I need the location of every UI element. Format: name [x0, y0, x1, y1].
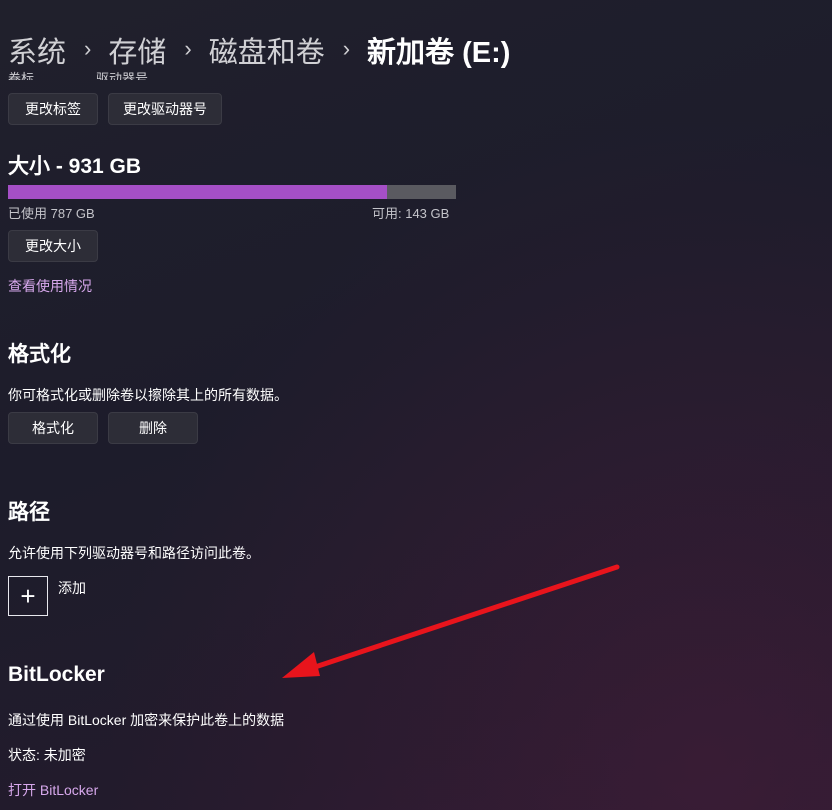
size-title: 大小 - 931 GB — [8, 155, 142, 178]
volume-label-caption: 卷标 — [8, 71, 35, 80]
change-label-button[interactable]: 更改标签 — [8, 93, 98, 125]
used-space: 已使用 787 GB — [8, 206, 95, 221]
chevron-right-icon: › — [342, 36, 351, 61]
breadcrumb-current-volume: 新加卷 (E:) — [367, 37, 511, 69]
chevron-right-icon: › — [84, 36, 92, 61]
open-bitlocker-link[interactable]: 打开 BitLocker — [8, 780, 98, 800]
chevron-right-icon: › — [184, 36, 192, 61]
bitlocker-status: 状态: 未加密 — [8, 747, 86, 763]
usage-bar — [8, 185, 456, 199]
add-path-label[interactable]: 添加 — [58, 578, 86, 598]
format-description: 你可格式化或删除卷以擦除其上的所有数据。 — [8, 387, 288, 403]
drive-letter-caption: 驱动器号 — [96, 71, 149, 80]
format-button[interactable]: 格式化 — [8, 412, 98, 444]
paths-description: 允许使用下列驱动器号和路径访问此卷。 — [8, 545, 260, 561]
clipped-field-labels: 卷标 驱动器号 — [8, 62, 268, 80]
annotation-arrow-shaft — [297, 564, 620, 675]
paths-title: 路径 — [8, 501, 50, 524]
delete-button[interactable]: 删除 — [108, 412, 198, 444]
view-usage-link[interactable]: 查看使用情况 — [8, 276, 92, 296]
free-space: 可用: 143 GB — [372, 206, 450, 221]
resize-button[interactable]: 更改大小 — [8, 230, 98, 262]
bitlocker-description: 通过使用 BitLocker 加密来保护此卷上的数据 — [8, 712, 285, 728]
annotation-arrow-head — [282, 652, 320, 678]
bitlocker-title: BitLocker — [8, 663, 105, 686]
change-drive-letter-button[interactable]: 更改驱动器号 — [108, 93, 222, 125]
plus-icon[interactable]: + — [8, 576, 48, 616]
usage-bar-used — [8, 185, 387, 199]
format-title: 格式化 — [8, 343, 71, 366]
